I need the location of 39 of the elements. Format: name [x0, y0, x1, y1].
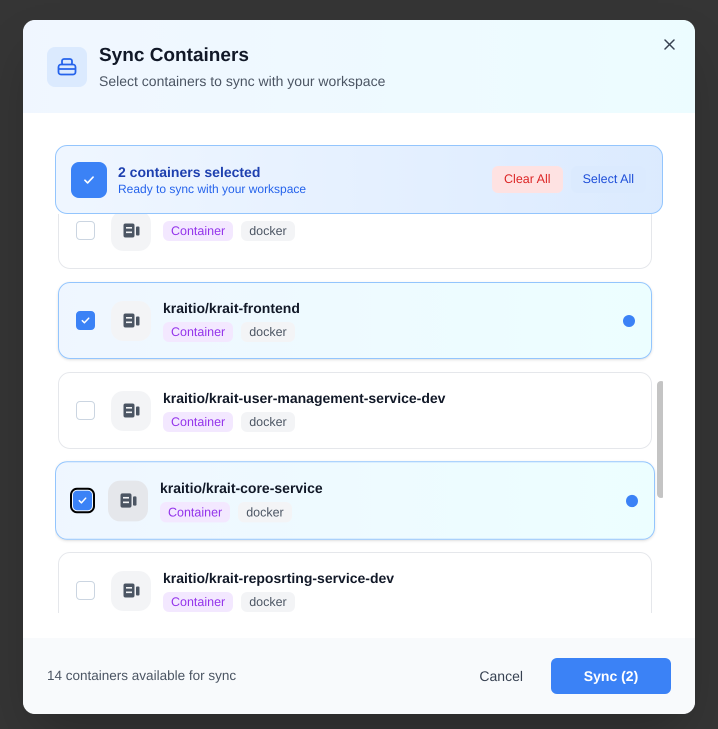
- clear-all-button[interactable]: Clear All: [492, 166, 563, 193]
- container-card[interactable]: kraitio/krait-core-service Container docker: [55, 461, 655, 540]
- server-icon: [122, 313, 140, 328]
- scrollbar-thumb[interactable]: [657, 381, 663, 498]
- container-card[interactable]: kraitio/krait-reposrting-service-dev Container docker: [58, 552, 652, 613]
- server-icon: [122, 223, 140, 238]
- container-name: kraitio/krait-user-management-service-dev: [163, 389, 446, 407]
- available-count: 14 containers available for sync: [47, 666, 238, 685]
- checkmark-icon: [80, 315, 91, 326]
- tag: docker: [241, 412, 295, 432]
- select-all-checkbox[interactable]: [71, 162, 107, 198]
- tag: Container: [163, 322, 234, 342]
- server-icon: [120, 492, 136, 508]
- dialog-subtitle: Select containers to sync with your workspace: [99, 72, 386, 90]
- sync-button[interactable]: Sync (2): [551, 658, 671, 694]
- checkmark-icon: [77, 494, 88, 506]
- server-icon: [122, 583, 140, 598]
- container-card[interactable]: Container docker: [58, 214, 652, 269]
- tag: docker: [241, 322, 295, 342]
- server-icon: [122, 403, 140, 418]
- container-name: kraitio/krait-reposrting-service-dev: [163, 569, 396, 587]
- dialog-title: Sync Containers: [99, 44, 250, 68]
- selection-hint: Ready to sync with your workspace: [118, 180, 308, 196]
- cancel-button[interactable]: Cancel: [463, 658, 539, 694]
- tag: docker: [241, 220, 295, 240]
- tag: Container: [163, 220, 234, 240]
- tag: Container: [163, 592, 234, 612]
- selection-count: 2 containers selected: [118, 162, 262, 180]
- checkbox[interactable]: [76, 311, 95, 330]
- container-card[interactable]: kraitio/krait-user-management-service-dev Container docker: [58, 372, 652, 449]
- tag: docker: [238, 502, 292, 522]
- tag: Container: [163, 412, 234, 432]
- container-name: kraitio/krait-core-service: [160, 478, 324, 497]
- checkbox[interactable]: [73, 490, 92, 510]
- tag: Container: [160, 502, 230, 522]
- tag: docker: [241, 592, 295, 612]
- box-icon: [47, 46, 87, 86]
- container-card[interactable]: kraitio/krait-frontend Container docker: [58, 282, 652, 359]
- container-name: kraitio/krait-frontend: [163, 299, 301, 317]
